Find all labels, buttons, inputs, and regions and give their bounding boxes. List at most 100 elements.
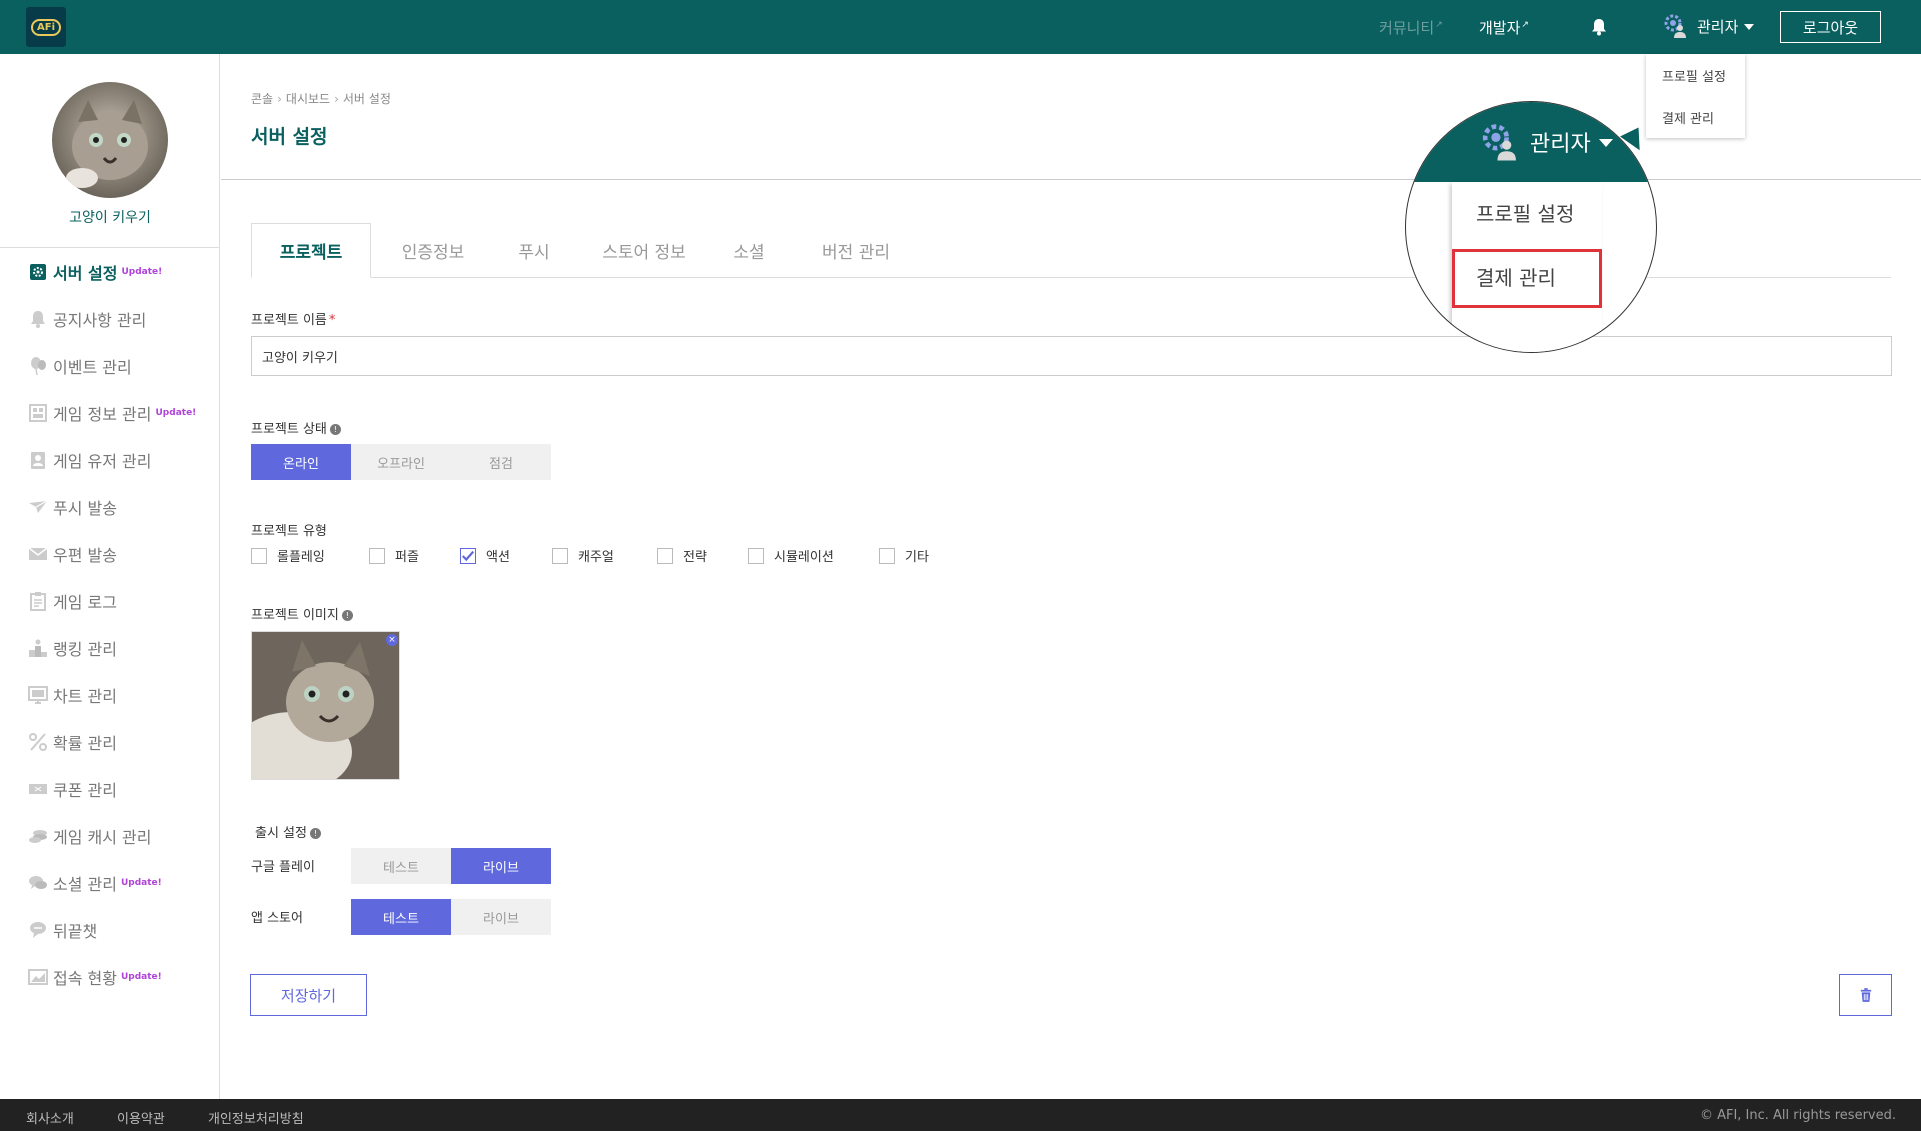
magnified-dropdown: 프로필 설정 결제 관리 (1452, 182, 1602, 352)
sidebar-item-label: 차트 관리 (53, 687, 117, 706)
sidebar-item-notices[interactable]: 공지사항 관리 (28, 306, 146, 332)
footer: 회사소개 이용약관 개인정보처리방침 © AFI, Inc. All right… (0, 1099, 1921, 1131)
sidebar-item-label: 게임 유저 관리 (53, 452, 152, 471)
external-link-icon: ↗ (1435, 20, 1443, 30)
project-status-label: 프로젝트 상태! (251, 418, 341, 437)
update-badge: Update! (120, 972, 162, 982)
google-live-button[interactable]: 라이브 (451, 848, 551, 884)
tab-project[interactable]: 프로젝트 (251, 223, 371, 278)
sidebar-item-social[interactable]: 소셜 관리 Update! (28, 870, 162, 896)
type-casual-checkbox[interactable]: 캐주얼 (552, 546, 614, 565)
project-name-input[interactable] (251, 336, 1892, 376)
sidebar-item-server-settings[interactable]: 서버 설정 Update! (28, 259, 162, 285)
sidebar-item-probability[interactable]: 확률 관리 (28, 729, 117, 755)
external-link-icon: ↗ (1521, 20, 1529, 30)
chevron-down-icon (1598, 139, 1613, 147)
info-icon[interactable]: ! (309, 828, 321, 839)
sidebar-item-chart[interactable]: 차트 관리 (28, 682, 117, 708)
gear-square-icon (28, 262, 48, 282)
appstore-live-button[interactable]: 라이브 (451, 899, 551, 935)
sidebar-item-label: 확률 관리 (53, 734, 117, 753)
type-strategy-checkbox[interactable]: 전략 (657, 546, 707, 565)
tab-credentials[interactable]: 인증정보 (383, 223, 483, 278)
balloon-icon (28, 356, 48, 376)
sidebar-item-label: 이벤트 관리 (53, 358, 132, 377)
project-image-preview[interactable] (251, 631, 400, 780)
status-online-button[interactable]: 온라인 (251, 444, 351, 480)
logo-text: AFi (31, 18, 61, 36)
sidebar-item-label: 접속 현황 (53, 969, 117, 988)
sidebar-item-game-info[interactable]: 게임 정보 관리 Update! (28, 400, 196, 426)
checkbox-box[interactable] (879, 547, 895, 564)
tab-push[interactable]: 푸시 (499, 223, 569, 278)
chevron-down-icon (1744, 24, 1755, 30)
type-roleplaying-checkbox[interactable]: 롤플레잉 (251, 546, 325, 565)
project-name-label-text: 프로젝트 이름 (251, 313, 327, 328)
community-link[interactable]: 커뮤니티↗ (1379, 17, 1443, 38)
type-simulation-checkbox[interactable]: 시뮬레이션 (748, 546, 834, 565)
envelope-icon (28, 544, 48, 564)
delete-button[interactable] (1839, 974, 1892, 1016)
notification-bell-icon[interactable] (1591, 18, 1607, 36)
admin-dropdown: 프로필 설정 결제 관리 (1646, 54, 1745, 138)
status-offline-button[interactable]: 오프라인 (351, 444, 451, 480)
developer-link[interactable]: 개발자↗ (1479, 17, 1529, 38)
sidebar-item-game-log[interactable]: 게임 로그 (28, 588, 117, 614)
release-settings-label-text: 출시 설정 (255, 826, 307, 841)
save-button[interactable]: 저장하기 (250, 974, 367, 1016)
logout-button[interactable]: 로그아웃 (1780, 11, 1881, 43)
breadcrumb-console[interactable]: 콘솔 (251, 92, 273, 106)
sidebar-item-label: 게임 캐시 관리 (53, 828, 152, 847)
magnifier-callout: 관리자 프로필 설정 결제 관리 (1405, 101, 1657, 353)
sidebar-item-connection-status[interactable]: 접속 현황 Update! (28, 964, 162, 990)
checkbox-box[interactable] (369, 547, 385, 564)
sidebar-item-game-users[interactable]: 게임 유저 관리 (28, 447, 152, 473)
type-other-checkbox[interactable]: 기타 (879, 546, 929, 565)
checkbox-checked-icon[interactable] (460, 547, 476, 564)
sidebar-item-game-cash[interactable]: 게임 캐시 관리 (28, 823, 152, 849)
avatar[interactable] (52, 82, 168, 198)
tab-social[interactable]: 소셜 (717, 223, 781, 278)
project-image-label: 프로젝트 이미지! (251, 604, 353, 623)
sidebar-item-coupon[interactable]: 쿠폰 관리 (28, 776, 117, 802)
checkbox-box[interactable] (657, 547, 673, 564)
sidebar-item-events[interactable]: 이벤트 관리 (28, 353, 132, 379)
footer-about-link[interactable]: 회사소개 (26, 1108, 74, 1127)
sidebar-item-push[interactable]: 푸시 발송 (28, 494, 117, 520)
admin-menu-toggle[interactable]: 관리자 (1663, 13, 1755, 39)
type-puzzle-checkbox[interactable]: 퍼즐 (369, 546, 419, 565)
type-action-checkbox[interactable]: 액션 (460, 546, 510, 565)
percent-icon (28, 732, 48, 752)
sidebar-item-label: 소셜 관리 (53, 875, 117, 894)
checkbox-label: 기타 (905, 550, 929, 565)
profile-settings-menu-item[interactable]: 프로필 설정 (1662, 66, 1726, 85)
tab-version[interactable]: 버전 관리 (801, 223, 911, 278)
google-test-button[interactable]: 테스트 (351, 848, 451, 884)
info-icon[interactable]: ! (329, 424, 341, 435)
status-maintenance-button[interactable]: 점검 (451, 444, 551, 480)
info-icon[interactable]: ! (341, 610, 353, 621)
appstore-test-button[interactable]: 테스트 (351, 899, 451, 935)
tab-store-info[interactable]: 스토어 정보 (589, 223, 699, 278)
sidebar-item-label: 뒤끝챗 (53, 922, 98, 941)
clipboard-icon (28, 591, 48, 611)
update-badge: Update! (121, 267, 163, 277)
checkbox-box[interactable] (748, 547, 764, 564)
sidebar-item-ranking[interactable]: 랭킹 관리 (28, 635, 117, 661)
sidebar-item-mail[interactable]: 우편 발송 (28, 541, 117, 567)
sidebar-item-backend-chat[interactable]: 뒤끝챗 (28, 917, 97, 943)
checkbox-box[interactable] (251, 547, 267, 564)
afi-logo[interactable]: AFi (26, 7, 66, 47)
breadcrumb-dashboard[interactable]: 대시보드 (286, 92, 330, 106)
update-badge: Update! (120, 878, 162, 888)
podium-icon (28, 638, 48, 658)
billing-menu-item[interactable]: 결제 관리 (1662, 108, 1714, 127)
footer-privacy-link[interactable]: 개인정보처리방침 (208, 1108, 304, 1127)
footer-terms-link[interactable]: 이용약관 (117, 1108, 165, 1127)
remove-image-icon[interactable]: × (386, 634, 398, 646)
paper-plane-icon (28, 497, 48, 517)
sidebar: 고양이 키우기 서버 설정 Update! 공지사항 관리 이벤트 관리 게임 … (0, 54, 220, 1099)
checkbox-box[interactable] (552, 547, 568, 564)
magnified-admin-label: 관리자 (1530, 132, 1591, 157)
sidebar-item-label: 서버 설정 (53, 264, 118, 283)
